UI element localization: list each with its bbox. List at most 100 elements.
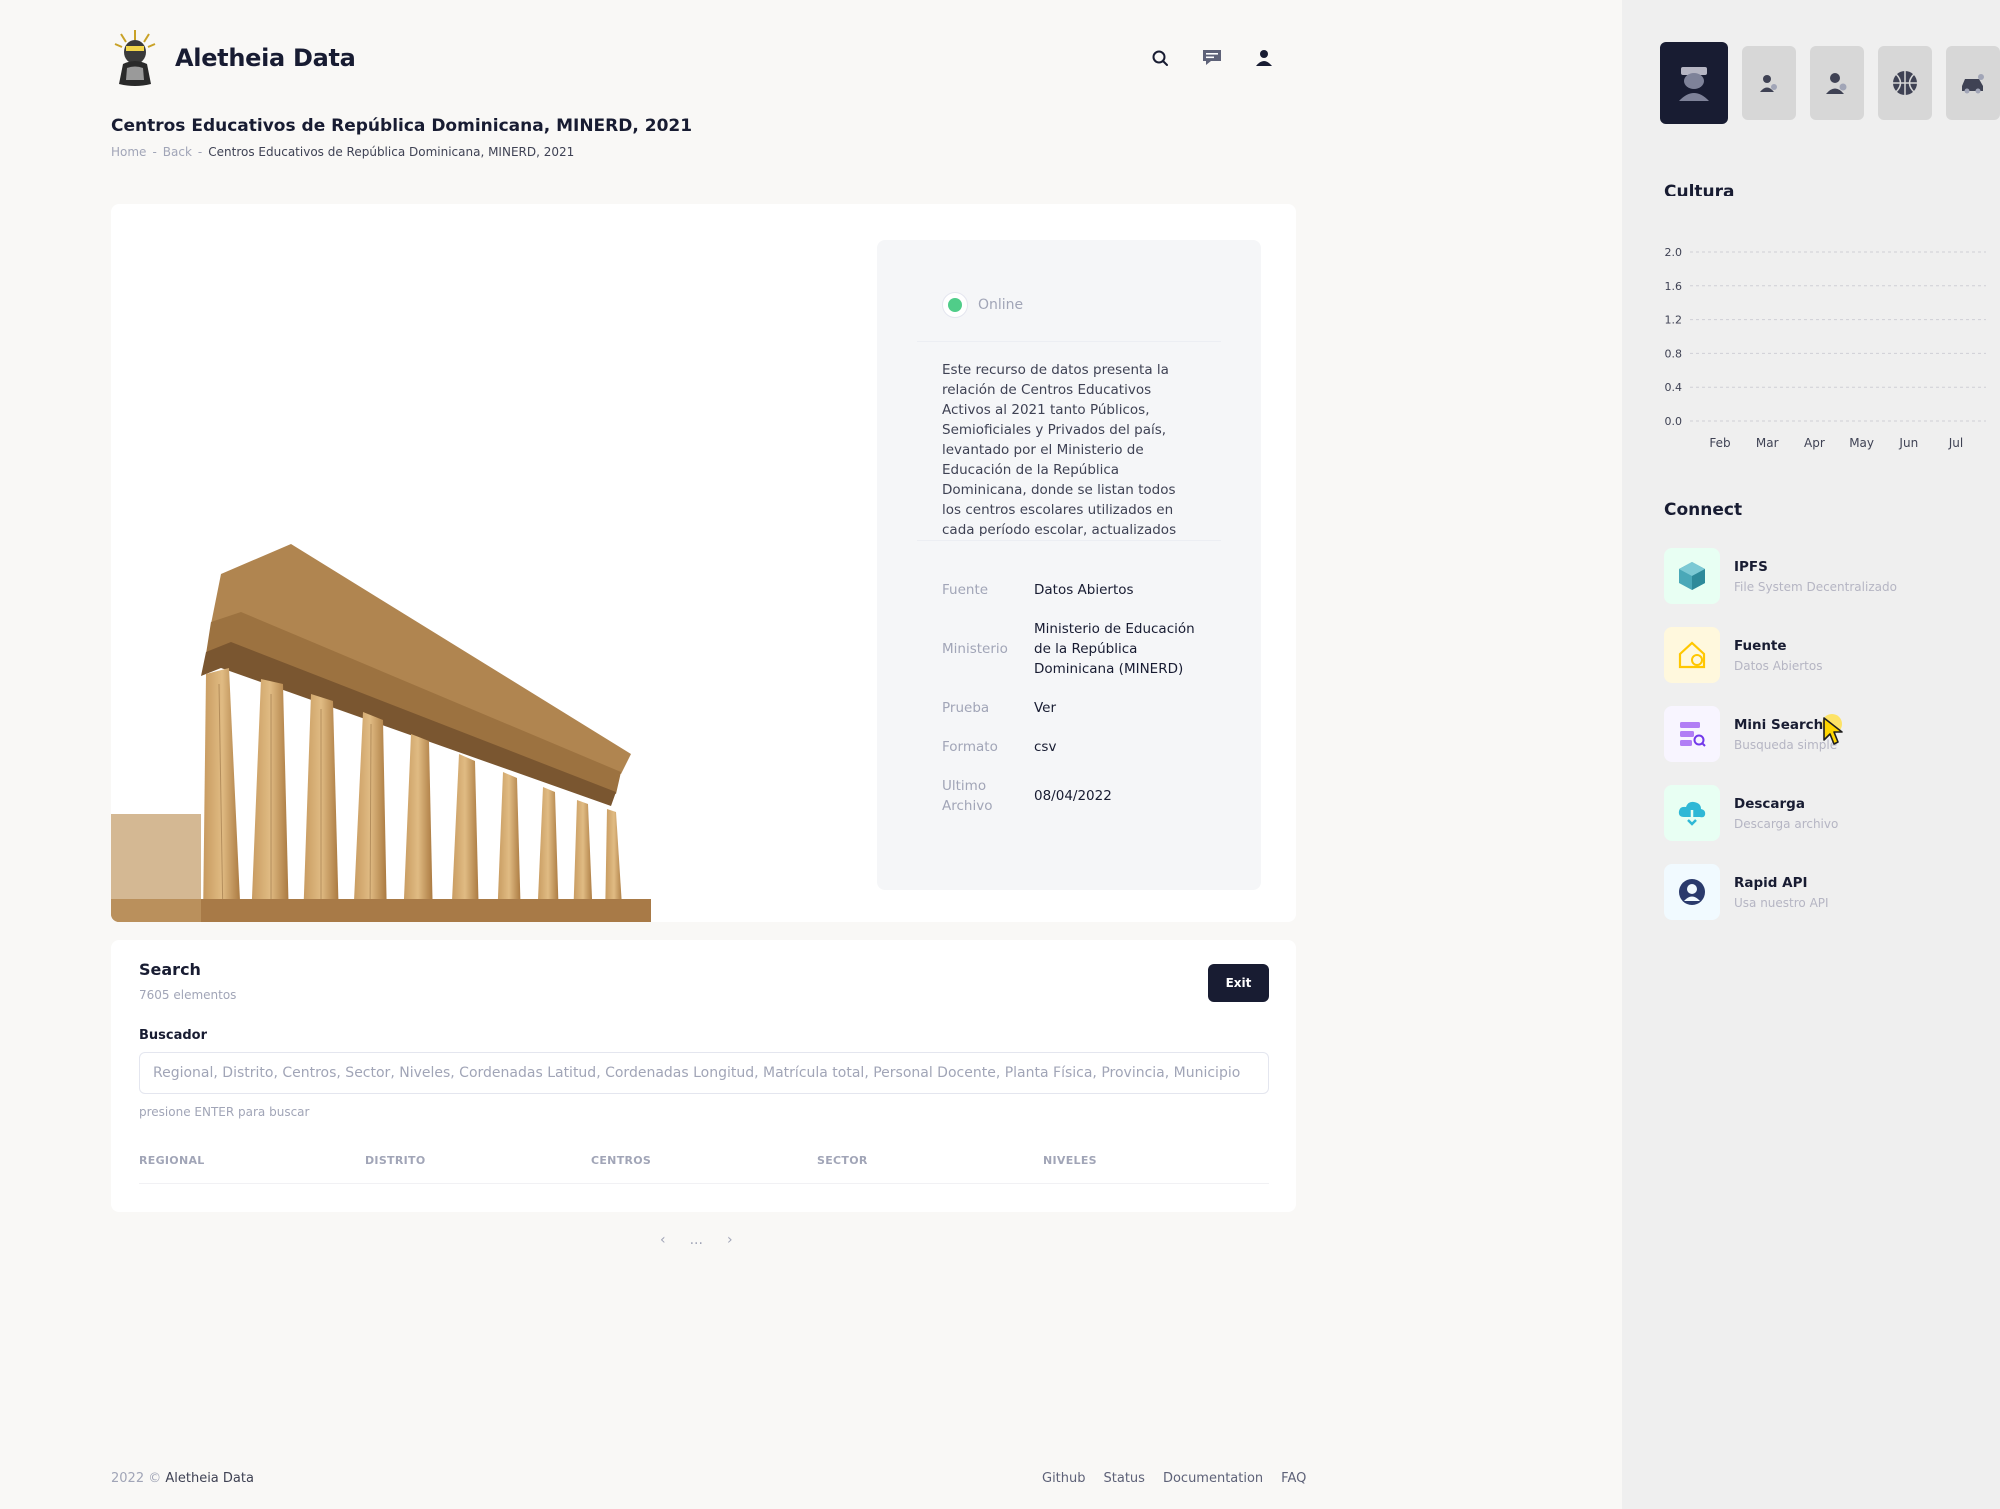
connect-item-name: Fuente (1734, 637, 1787, 654)
logo[interactable]: Aletheia Data (111, 28, 356, 88)
connect-item-fuente[interactable]: Fuente Datos Abiertos (1664, 623, 1904, 687)
connect-item-name: Rapid API (1734, 874, 1808, 891)
meta-value: Ministerio de Educación de la República … (1034, 621, 1195, 677)
connect-item-mini-search[interactable]: Mini Search Busqueda simple (1664, 702, 1904, 766)
results-table-header: REGIONAL DISTRITO CENTROS SECTOR NIVELES (139, 1154, 1269, 1184)
y-tick-label: 0.4 (1665, 381, 1683, 394)
meta-value: csv (1034, 739, 1057, 755)
user-icon[interactable] (1252, 46, 1276, 70)
search-icon[interactable] (1148, 46, 1172, 70)
status-indicator: Online (942, 292, 1023, 318)
meta-key: Formato (942, 739, 998, 755)
connect-item-sub: Datos Abiertos (1734, 658, 1823, 673)
pagination: ‹ ... › (660, 1232, 733, 1248)
connect-item-rapid-api[interactable]: Rapid API Usa nuestro API (1664, 860, 1904, 924)
connect-item-name: IPFS (1734, 558, 1768, 575)
statue-logo-icon (111, 28, 159, 88)
y-tick-label: 1.2 (1665, 314, 1683, 327)
y-tick-label: 0.0 (1665, 415, 1683, 428)
person-icon (1826, 73, 1847, 94)
x-tick-label: Jun (1898, 436, 1918, 450)
brand-name: Aletheia Data (175, 44, 356, 72)
y-tick-label: 2.0 (1665, 246, 1683, 259)
meta-key: Ministerio (942, 641, 1008, 657)
exit-button[interactable]: Exit (1208, 964, 1269, 1002)
x-tick-label: Mar (1756, 436, 1779, 450)
online-dot-icon (948, 298, 962, 312)
meta-key: Prueba (942, 700, 990, 716)
breadcrumb: Home - Back - Centros Educativos de Repú… (111, 145, 574, 159)
message-icon[interactable] (1200, 46, 1224, 70)
category-avatar-person[interactable] (1742, 46, 1796, 120)
meta-row-formato: Formato csv (942, 737, 1232, 757)
chart-title: Cultura (1664, 182, 1735, 196)
footer-brand-link[interactable]: Aletheia Data (165, 1471, 254, 1486)
search-hint: presione ENTER para buscar (139, 1105, 310, 1119)
category-avatar-transport[interactable] (1946, 46, 2000, 120)
y-tick-label: 0.8 (1665, 347, 1683, 360)
footer-links: Github Status Documentation FAQ (1042, 1471, 1306, 1486)
mouse-pointer-icon (1822, 714, 1843, 745)
x-tick-label: May (1849, 436, 1874, 450)
top-toolbar (1148, 46, 1276, 70)
metadata-list: Fuente Datos Abiertos Ministerio Ministe… (942, 580, 1232, 835)
footer-link-status[interactable]: Status (1104, 1471, 1145, 1486)
footer-year: 2022 © (111, 1471, 162, 1486)
meta-row-prueba: Prueba Ver (942, 698, 1232, 718)
category-avatar-sports[interactable] (1878, 46, 1932, 120)
breadcrumb-separator: - (197, 145, 203, 159)
footer-copyright: 2022 © Aletheia Data (111, 1471, 254, 1486)
page-title: Centros Educativos de República Dominica… (111, 116, 693, 136)
prev-page-button[interactable]: ‹ (660, 1232, 666, 1248)
category-avatars (1660, 42, 2000, 124)
meta-value: 08/04/2022 (1034, 788, 1112, 804)
divider (917, 540, 1221, 541)
result-count: 7605 elementos (139, 988, 237, 1002)
column-header[interactable]: DISTRITO (365, 1154, 591, 1167)
breadcrumb-current: Centros Educativos de República Dominica… (208, 145, 575, 159)
meta-row-ultimo-archivo: Ultimo Archivo 08/04/2022 (942, 776, 1232, 816)
breadcrumb-separator: - (152, 145, 157, 159)
footer-link-github[interactable]: Github (1042, 1471, 1086, 1486)
connect-title: Connect (1664, 500, 1743, 520)
category-avatar-culture[interactable] (1660, 42, 1728, 124)
breadcrumb-home[interactable]: Home (111, 145, 146, 159)
y-tick-label: 1.6 (1665, 280, 1683, 293)
connect-item-sub: Descarga archivo (1734, 816, 1839, 831)
x-tick-label: Apr (1804, 436, 1825, 450)
footer-link-documentation[interactable]: Documentation (1163, 1471, 1263, 1486)
prueba-link[interactable]: Ver (1034, 698, 1232, 718)
bust-icon (1679, 67, 1709, 101)
connect-item-ipfs[interactable]: IPFS File System Decentralizado (1664, 544, 1904, 608)
connect-item-descarga[interactable]: Descarga Descarga archivo (1664, 781, 1904, 845)
api-icon (1664, 864, 1720, 920)
footer-link-faq[interactable]: FAQ (1281, 1471, 1306, 1486)
connect-item-sub: File System Decentralizado (1734, 579, 1897, 594)
dataset-card: Online Este recurso de datos presenta la… (111, 204, 1296, 922)
meta-row-ministerio: Ministerio Ministerio de Educación de la… (942, 619, 1232, 679)
breadcrumb-back[interactable]: Back (163, 145, 192, 159)
search-field-label: Buscador (139, 1028, 208, 1043)
basketball-icon (1893, 71, 1917, 95)
home-icon (1664, 627, 1720, 683)
connect-item-name: Descarga (1734, 795, 1805, 812)
cloud-download-icon (1664, 785, 1720, 841)
right-sidebar: Cultura 2.0 1.6 1.2 0.8 0.4 0.0 Feb Mar Apr May Ju… (1622, 0, 2000, 1509)
page-ellipsis: ... (689, 1232, 703, 1248)
column-header[interactable]: SECTOR (817, 1154, 1043, 1167)
person-icon (1760, 75, 1777, 92)
column-header[interactable]: NIVELES (1043, 1154, 1269, 1167)
search-title: Search (139, 960, 201, 979)
search-list-icon (1664, 706, 1720, 762)
next-page-button[interactable]: › (727, 1232, 733, 1248)
category-avatar-person-2[interactable] (1810, 46, 1864, 120)
status-text: Online (978, 297, 1024, 313)
car-icon (1962, 74, 1984, 94)
connect-list: IPFS File System Decentralizado Fuente D… (1664, 544, 1904, 939)
column-header[interactable]: CENTROS (591, 1154, 817, 1167)
x-tick-label: Feb (1709, 436, 1730, 450)
column-header[interactable]: REGIONAL (139, 1154, 365, 1167)
search-card: Search 7605 elementos Exit Buscador pres… (111, 940, 1296, 1212)
dataset-description: Este recurso de datos presenta la relaci… (942, 362, 1177, 536)
search-input[interactable] (139, 1052, 1269, 1094)
